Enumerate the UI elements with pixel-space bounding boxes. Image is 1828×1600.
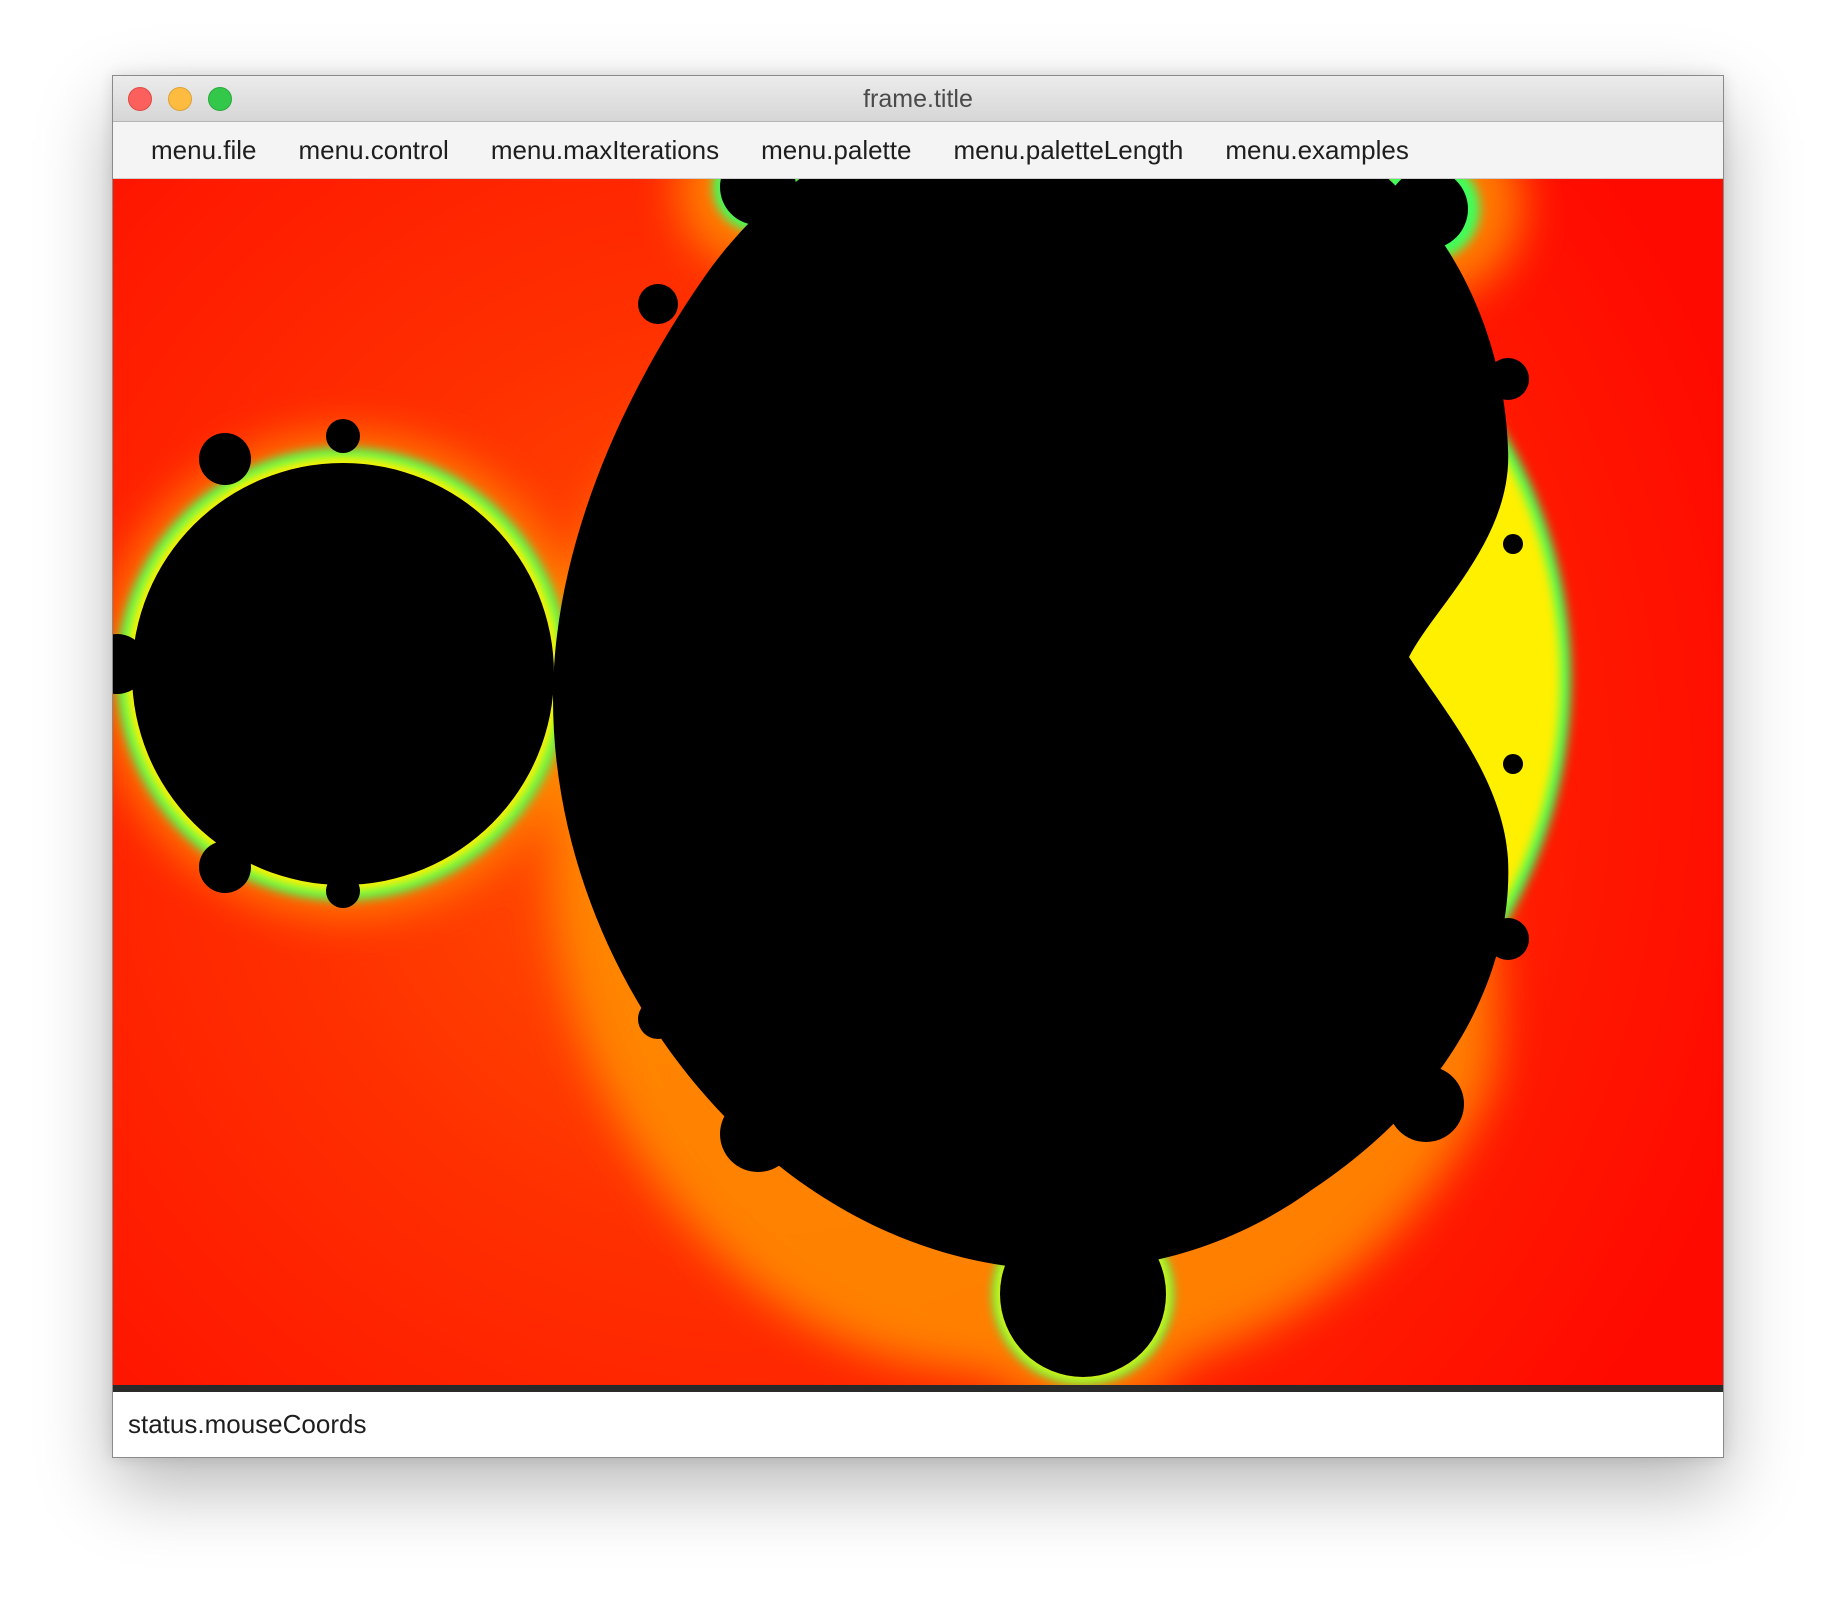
period-2-bulb <box>132 463 554 885</box>
app-window: frame.title menu.file menu.control menu.… <box>112 75 1724 1458</box>
bottom-mid-bulb <box>867 1163 899 1195</box>
right-upper-bulb <box>1487 358 1529 400</box>
status-bar: status.mouseCoords <box>113 1392 1723 1457</box>
menu-max-iterations[interactable]: menu.maxIterations <box>470 122 740 179</box>
window-title: frame.title <box>863 85 973 113</box>
p2-bottom-left-bulb <box>199 841 251 893</box>
mandelbrot-view[interactable] <box>113 179 1723 1385</box>
p2-top-left-bulb <box>199 433 251 485</box>
menu-bar: menu.file menu.control menu.maxIteration… <box>113 122 1723 179</box>
fractal-canvas[interactable] <box>113 179 1723 1385</box>
menu-palette[interactable]: menu.palette <box>740 122 932 179</box>
bottom-right-mini <box>1274 1169 1302 1197</box>
p2-top-bulb <box>326 419 360 453</box>
left-lower-bulb <box>638 999 678 1039</box>
mouse-coords-label: status.mouseCoords <box>128 1409 367 1439</box>
lower-left-bulb <box>720 1096 796 1172</box>
lower-right-bulb <box>1388 1066 1464 1142</box>
status-divider <box>113 1385 1723 1392</box>
menu-control[interactable]: menu.control <box>278 122 470 179</box>
menu-file[interactable]: menu.file <box>130 122 278 179</box>
title-bar[interactable]: frame.title <box>113 76 1723 122</box>
menu-palette-length[interactable]: menu.paletteLength <box>932 122 1204 179</box>
menu-examples[interactable]: menu.examples <box>1204 122 1430 179</box>
right-lower-bulb <box>1487 918 1529 960</box>
left-upper-bulb <box>638 284 678 324</box>
right-mini-2 <box>1503 754 1523 774</box>
p2-bottom-bulb <box>326 874 360 908</box>
right-mini-1 <box>1503 534 1523 554</box>
bottom-bulb <box>1000 1211 1166 1377</box>
